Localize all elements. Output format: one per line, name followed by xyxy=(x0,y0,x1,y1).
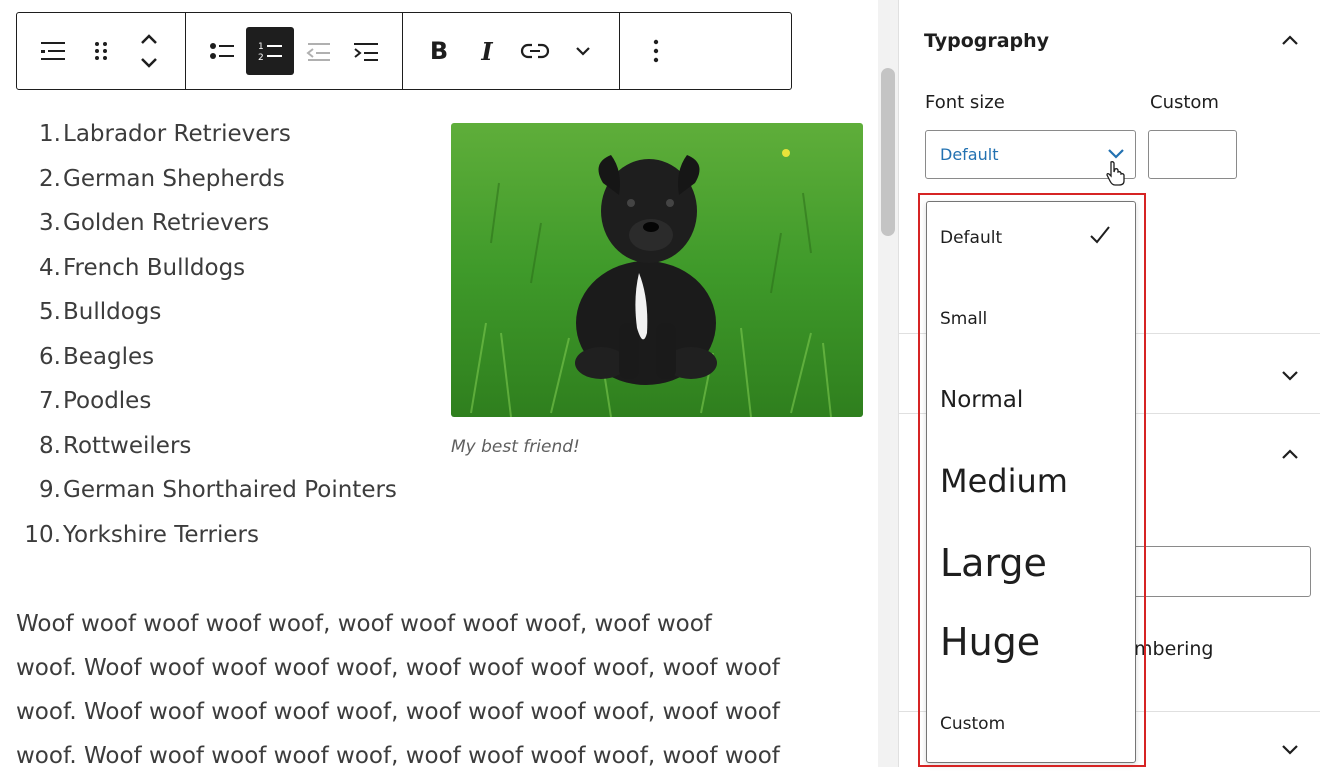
font-size-select-value: Default xyxy=(940,145,999,164)
image-caption[interactable]: My best friend! xyxy=(451,437,580,457)
toolbar-group-format: B I xyxy=(403,13,620,89)
paragraph-line: woof. Woof woof woof woof woof, woof woo… xyxy=(16,743,780,769)
list-block-button[interactable] xyxy=(29,27,77,75)
list-icon xyxy=(41,42,65,60)
chevron-down-icon xyxy=(1282,745,1298,755)
toolbar-group-list: 1 2 xyxy=(186,13,403,89)
italic-icon: I xyxy=(481,36,493,66)
bold-button[interactable]: B xyxy=(415,27,463,75)
chevron-down-icon xyxy=(576,47,590,56)
puppy-photo-graphic xyxy=(451,123,863,417)
list-item[interactable]: 1.Labrador Retrievers xyxy=(16,112,397,157)
toolbar-group-block xyxy=(17,13,186,89)
custom-font-size-input[interactable] xyxy=(1148,130,1237,179)
list-item[interactable]: 3.Golden Retrievers xyxy=(16,201,397,246)
bold-icon: B xyxy=(429,37,449,65)
list-item[interactable]: 7.Poodles xyxy=(16,379,397,424)
list-item[interactable]: 9.German Shorthaired Pointers xyxy=(16,468,397,513)
block-toolbar: 1 2 B I xyxy=(16,12,792,90)
paragraph-line: woof. Woof woof woof woof woof, woof woo… xyxy=(16,655,780,681)
link-button[interactable] xyxy=(511,27,559,75)
font-size-option-default[interactable]: Default xyxy=(940,228,1002,248)
panel-expand-button[interactable] xyxy=(1280,742,1300,761)
list-item[interactable]: 10.Yorkshire Terriers xyxy=(16,513,397,558)
chevron-down-icon xyxy=(1108,149,1124,159)
chevron-up-icon xyxy=(1282,35,1298,45)
typography-collapse-button[interactable] xyxy=(1280,32,1300,51)
reverse-numbering-label: mbering xyxy=(1134,638,1214,660)
options-button[interactable] xyxy=(632,27,680,75)
font-size-option-custom[interactable]: Custom xyxy=(940,714,1005,734)
move-up-down-button[interactable] xyxy=(125,27,173,75)
font-size-option-huge[interactable]: Huge xyxy=(940,620,1040,664)
panel-expand-button[interactable] xyxy=(1280,368,1300,387)
indent-icon xyxy=(354,43,378,61)
editor-scrollbar-thumb[interactable] xyxy=(881,68,895,236)
font-size-label: Font size xyxy=(925,92,1005,113)
paragraph-block[interactable]: Woof woof woof woof woof, woof woof woof… xyxy=(16,602,856,778)
outdent-button[interactable] xyxy=(294,27,342,75)
typography-title: Typography xyxy=(924,30,1050,52)
outdent-icon xyxy=(306,43,330,61)
svg-text:1: 1 xyxy=(258,42,264,52)
list-item[interactable]: 2.German Shepherds xyxy=(16,157,397,202)
chevron-up-icon xyxy=(1282,449,1298,459)
indent-button[interactable] xyxy=(342,27,390,75)
move-up-down-icon xyxy=(141,34,157,68)
font-size-option-large[interactable]: Large xyxy=(940,541,1047,585)
more-options-icon xyxy=(653,39,659,63)
list-item[interactable]: 5.Bulldogs xyxy=(16,290,397,335)
font-size-option-normal[interactable]: Normal xyxy=(940,387,1023,413)
toolbar-group-options xyxy=(620,13,692,89)
link-icon xyxy=(520,43,550,59)
panel-collapse-button[interactable] xyxy=(1280,446,1300,465)
puppy-image[interactable] xyxy=(451,123,863,417)
paragraph-line: Woof woof woof woof woof, woof woof woof… xyxy=(16,611,712,637)
drag-handle-button[interactable] xyxy=(77,27,125,75)
italic-button[interactable]: I xyxy=(463,27,511,75)
bullet-list-button[interactable] xyxy=(198,27,246,75)
svg-text:2: 2 xyxy=(258,53,264,63)
more-formats-button[interactable] xyxy=(559,27,607,75)
dog-breeds-list: 1.Labrador Retrievers 2.German Shepherds… xyxy=(16,112,397,558)
list-item[interactable]: 8.Rottweilers xyxy=(16,424,397,469)
checkmark-icon xyxy=(1090,226,1110,244)
custom-size-label: Custom xyxy=(1150,92,1219,113)
numbered-list-icon: 1 2 xyxy=(258,42,282,63)
numbered-list-button[interactable]: 1 2 xyxy=(246,27,294,75)
paragraph-line: woof. Woof woof woof woof woof, woof woo… xyxy=(16,699,780,725)
font-size-option-medium[interactable]: Medium xyxy=(940,462,1068,500)
bullet-list-icon xyxy=(210,43,234,59)
start-value-input[interactable] xyxy=(1132,546,1311,597)
list-item[interactable]: 6.Beagles xyxy=(16,335,397,380)
list-item[interactable]: 4.French Bulldogs xyxy=(16,246,397,291)
chevron-down-icon xyxy=(1282,371,1298,381)
font-size-option-small[interactable]: Small xyxy=(940,309,987,329)
pointer-cursor-icon xyxy=(1106,161,1125,186)
drag-handle-icon xyxy=(95,42,107,60)
